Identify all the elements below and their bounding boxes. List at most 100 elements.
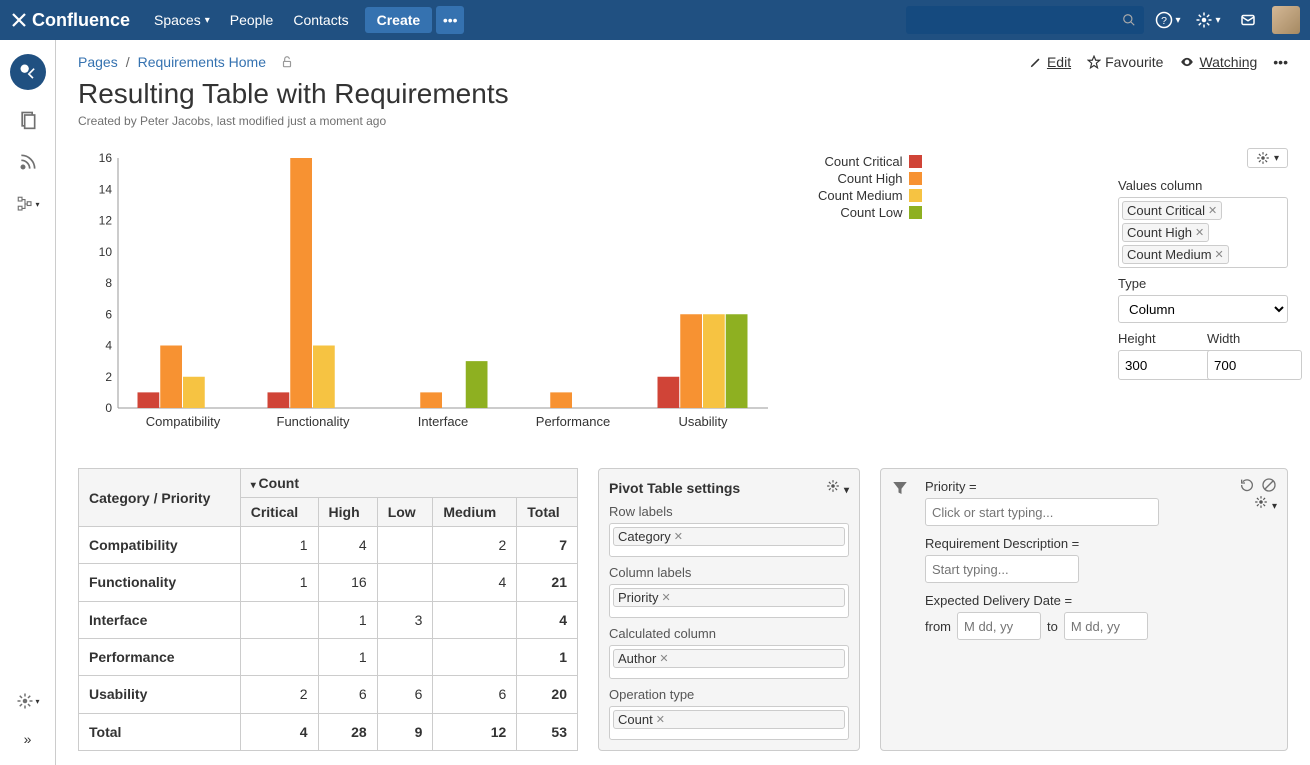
notifications-icon[interactable] — [1232, 4, 1264, 36]
legend-item[interactable]: Count Critical — [818, 154, 922, 169]
user-avatar[interactable] — [1272, 6, 1300, 34]
to-label: to — [1047, 619, 1058, 634]
watching-button[interactable]: Watching — [1179, 54, 1257, 70]
svg-text:Interface: Interface — [418, 414, 469, 429]
collapse-sidebar-icon[interactable]: » — [16, 727, 40, 751]
svg-text:16: 16 — [99, 151, 113, 165]
svg-text:Usability: Usability — [678, 414, 728, 429]
to-date-input[interactable] — [1064, 612, 1148, 640]
rail-settings-icon[interactable]: ▾ — [16, 689, 40, 713]
row-labels-input[interactable]: Category✕ — [609, 523, 849, 557]
app-logo[interactable]: Confluence — [10, 10, 130, 31]
values-column-tags[interactable]: Count Critical ✕ Count High ✕ Count Medium… — [1118, 197, 1288, 268]
type-label: Type — [1118, 276, 1288, 291]
search-wrap — [906, 6, 1144, 34]
svg-text:4: 4 — [105, 339, 112, 353]
row-labels-lbl: Row labels — [609, 504, 849, 519]
remove-tag-icon[interactable]: ✕ — [1215, 248, 1224, 261]
value-tag[interactable]: Count High ✕ — [1122, 223, 1209, 242]
svg-text:6: 6 — [105, 307, 112, 321]
breadcrumb-home[interactable]: Requirements Home — [138, 54, 266, 70]
calc-col-input[interactable]: Author✕ — [609, 645, 849, 679]
legend-item[interactable]: Count Low — [818, 205, 922, 220]
table-row: Compatibility1427 — [79, 527, 578, 564]
main-content: Pages / Requirements Home Edit Favourite… — [56, 40, 1310, 765]
app-name: Confluence — [32, 10, 130, 31]
svg-text:10: 10 — [99, 245, 113, 259]
pivot-settings-gear[interactable]: ▾ — [826, 479, 849, 496]
remove-tag-icon[interactable]: ✕ — [659, 652, 668, 665]
svg-text:2: 2 — [105, 370, 112, 384]
left-sidebar: ▾ ▾ » — [0, 40, 56, 765]
page-more-button[interactable]: ••• — [1273, 54, 1288, 70]
date-filter-label: Expected Delivery Date = — [925, 593, 1277, 608]
search-icon[interactable] — [1122, 13, 1136, 27]
value-tag[interactable]: Count Critical ✕ — [1122, 201, 1222, 220]
pivot-table: Category / PriorityCountCriticalHighLowM… — [78, 468, 578, 751]
reset-filter-icon[interactable] — [1239, 477, 1255, 496]
pages-icon[interactable] — [16, 108, 40, 132]
svg-text:12: 12 — [99, 214, 113, 228]
remove-tag-icon[interactable]: ✕ — [661, 591, 670, 604]
unrestricted-icon — [280, 55, 294, 69]
svg-text:Compatibility: Compatibility — [146, 414, 221, 429]
chart-settings-button[interactable]: ▾ — [1247, 148, 1288, 168]
breadcrumb-sep: / — [126, 54, 130, 70]
remove-tag-icon[interactable]: ✕ — [1195, 226, 1204, 239]
nav-more-button[interactable]: ••• — [436, 6, 464, 34]
remove-tag-icon[interactable]: ✕ — [674, 530, 683, 543]
nav-people[interactable]: People — [220, 0, 284, 40]
desc-filter-label: Requirement Description = — [925, 536, 1277, 551]
desc-filter-input[interactable] — [925, 555, 1079, 583]
values-column-label: Values column — [1118, 178, 1288, 193]
pivot-settings-panel: Pivot Table settings ▾ Row labels Catego… — [598, 468, 860, 751]
tree-icon[interactable]: ▾ — [16, 192, 40, 216]
table-row: Interface134 — [79, 601, 578, 638]
filter-icon — [891, 479, 909, 497]
search-input[interactable] — [906, 6, 1144, 34]
priority-filter-label: Priority = — [925, 479, 1277, 494]
table-row: Usability266620 — [79, 676, 578, 713]
width-input[interactable] — [1207, 350, 1302, 380]
svg-text:8: 8 — [105, 276, 112, 290]
legend-item[interactable]: Count High — [818, 171, 922, 186]
chart-type-select[interactable]: Column — [1118, 295, 1288, 323]
height-label: Height — [1118, 331, 1199, 346]
svg-text:?: ? — [1162, 15, 1168, 27]
op-type-input[interactable]: Count✕ — [609, 706, 849, 740]
chart-area: 0246810121416CompatibilityFunctionalityI… — [78, 148, 1098, 448]
priority-filter-input[interactable] — [925, 498, 1159, 526]
col-labels-input[interactable]: Priority✕ — [609, 584, 849, 618]
settings-icon[interactable]: ▾ — [1192, 4, 1224, 36]
remove-tag-icon[interactable]: ✕ — [656, 713, 665, 726]
chart-legend: Count Critical Count High Count Medium Coun… — [818, 154, 922, 222]
height-input[interactable] — [1118, 350, 1213, 380]
feed-icon[interactable] — [16, 150, 40, 174]
calc-col-lbl: Calculated column — [609, 626, 849, 641]
legend-item[interactable]: Count Medium — [818, 188, 922, 203]
table-row: Functionality116421 — [79, 564, 578, 601]
from-date-input[interactable] — [957, 612, 1041, 640]
col-labels-lbl: Column labels — [609, 565, 849, 580]
svg-text:Performance: Performance — [536, 414, 610, 429]
top-nav: Confluence Spaces People Contacts Create… — [0, 0, 1310, 40]
page-actions: Edit Favourite Watching ••• — [1029, 54, 1288, 70]
nav-spaces[interactable]: Spaces — [144, 0, 220, 40]
svg-text:Functionality: Functionality — [277, 414, 350, 429]
value-tag[interactable]: Count Medium ✕ — [1122, 245, 1229, 264]
page-title: Resulting Table with Requirements — [78, 78, 1288, 110]
create-button[interactable]: Create — [365, 7, 433, 33]
bar-chart: 0246810121416CompatibilityFunctionalityI… — [78, 148, 778, 448]
help-icon[interactable]: ? ▾ — [1152, 4, 1184, 36]
nav-contacts[interactable]: Contacts — [283, 0, 358, 40]
space-logo[interactable] — [10, 54, 46, 90]
chart-options-panel: ▾ Values column Count Critical ✕ Count Hi… — [1118, 148, 1288, 448]
cancel-filter-icon[interactable] — [1261, 477, 1277, 496]
table-total-row: Total42891253 — [79, 713, 578, 750]
filter-gear-icon[interactable]: ▾ — [1254, 495, 1277, 512]
pivot-settings-title: Pivot Table settings — [609, 480, 740, 496]
remove-tag-icon[interactable]: ✕ — [1208, 204, 1217, 217]
favourite-button[interactable]: Favourite — [1087, 54, 1163, 70]
breadcrumb-pages[interactable]: Pages — [78, 54, 118, 70]
edit-button[interactable]: Edit — [1029, 54, 1071, 70]
